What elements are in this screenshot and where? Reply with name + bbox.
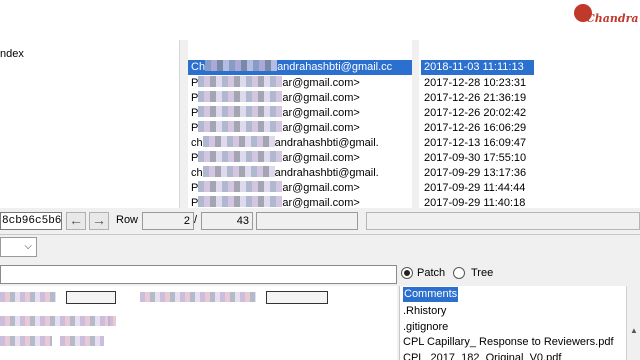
redacted-box — [66, 291, 116, 304]
author-suffix: ar@gmail.com> — [282, 197, 360, 208]
redacted-text — [108, 316, 116, 326]
author-prefix: P — [191, 197, 199, 208]
file-list-item[interactable]: CPL Capillary_ Response to Reviewers.pdf — [403, 335, 614, 350]
author-prefix: P — [191, 77, 199, 89]
file-list-item[interactable]: .Rhistory — [403, 304, 446, 319]
redacted-text — [198, 151, 283, 162]
commit-date-row[interactable]: 2017-12-26 21:36:19 — [421, 91, 526, 106]
author-suffix: ar@gmail.com> — [282, 107, 360, 119]
progress-bar — [366, 212, 640, 230]
row-extra-field — [256, 212, 358, 230]
commit-date-row[interactable]: 2017-12-26 16:06:29 — [421, 121, 526, 136]
tree-index-label: ndex — [0, 48, 24, 60]
author-suffix: ar@gmail.com> — [282, 92, 360, 104]
redacted-box — [266, 291, 328, 304]
sha-id-field[interactable]: 8cb96c5b6 — [0, 212, 62, 230]
tree-label[interactable]: Tree — [471, 267, 493, 279]
commit-author-row[interactable]: ch andrahashbti@gmail. — [188, 166, 379, 181]
divider — [0, 234, 640, 235]
row-current-value: 2 — [142, 212, 194, 230]
arrow-right-icon: → — [92, 212, 106, 228]
brand-logo: Chandra — [572, 2, 639, 30]
pane-splitter[interactable] — [181, 40, 188, 208]
author-suffix: andrahashbti@gmail.cc — [277, 61, 393, 73]
file-list-scrollbar[interactable]: ▲ — [626, 286, 640, 360]
redacted-text — [198, 91, 283, 102]
row-label: Row — [116, 214, 139, 226]
author-suffix: ar@gmail.com> — [282, 152, 360, 164]
commit-graph-pane[interactable]: ndex — [0, 40, 180, 208]
commit-author-row[interactable]: Par@gmail.com> — [188, 76, 360, 91]
file-list-item[interactable]: .gitignore — [403, 320, 448, 335]
redacted-text — [198, 196, 283, 207]
commit-author-row[interactable]: ch andrahashbti@gmail. — [188, 136, 379, 151]
redacted-text — [198, 121, 283, 132]
chevron-down-icon: ⌵ — [24, 241, 32, 252]
scroll-up-icon[interactable]: ▲ — [630, 326, 638, 335]
author-suffix: andrahashbti@gmail. — [274, 137, 379, 149]
commit-author-row[interactable]: Par@gmail.com> — [188, 91, 360, 106]
file-list-item[interactable]: CPL_2017_182_Original_V0.pdf — [403, 351, 561, 360]
author-pane[interactable]: Ch andrahashbti@gmail.cc Par@gmail.com> P… — [188, 40, 412, 208]
commit-author-row[interactable]: Par@gmail.com> — [188, 196, 360, 208]
commit-date-row[interactable]: 2017-09-29 13:17:36 — [421, 166, 526, 181]
redacted-text — [0, 316, 110, 326]
commit-author-row[interactable]: Par@gmail.com> — [188, 151, 360, 166]
commit-author-row[interactable]: Par@gmail.com> — [188, 181, 360, 196]
redacted-text — [0, 292, 56, 302]
commit-date-row[interactable]: 2017-09-30 17:55:10 — [421, 151, 526, 166]
diff-view[interactable] — [0, 286, 397, 360]
redacted-text — [60, 336, 104, 346]
redacted-text — [140, 292, 256, 302]
commit-date-row[interactable]: 2018-11-03 11:11:13 — [421, 60, 534, 75]
find-type-dropdown[interactable]: ⌵ — [0, 237, 37, 257]
author-suffix: ar@gmail.com> — [282, 122, 360, 134]
author-prefix: P — [191, 92, 199, 104]
top-strip: Chandra — [0, 0, 640, 40]
patch-radio[interactable] — [401, 267, 413, 279]
redacted-text — [198, 181, 283, 192]
redacted-text — [202, 136, 275, 147]
author-suffix: ar@gmail.com> — [282, 182, 360, 194]
redacted-text — [202, 166, 275, 177]
file-list-item[interactable]: Comments — [403, 287, 459, 302]
author-prefix: ch — [191, 137, 203, 149]
date-pane[interactable]: 2018-11-03 11:11:13 2017-12-28 10:23:31 … — [419, 40, 640, 208]
row-separator: / — [194, 214, 198, 226]
row-total-value: 43 — [201, 212, 253, 230]
redacted-text — [198, 106, 283, 117]
commit-date-row[interactable]: 2017-12-28 10:23:31 — [421, 76, 526, 91]
commit-date-row[interactable]: 2017-09-29 11:44:44 — [421, 181, 525, 196]
author-suffix: andrahashbti@gmail. — [274, 167, 379, 179]
author-prefix: ch — [191, 167, 203, 179]
file-list[interactable]: Comments .Rhistory .gitignore CPL Capill… — [399, 286, 640, 360]
commit-date-row[interactable]: 2017-09-29 11:40:18 — [421, 196, 525, 208]
author-prefix: P — [191, 152, 199, 164]
logo-text: Chandra — [586, 12, 639, 25]
redacted-text — [0, 336, 52, 346]
commit-author-row[interactable]: Par@gmail.com> — [188, 121, 360, 136]
patch-label[interactable]: Patch — [417, 267, 445, 279]
author-prefix: P — [191, 122, 199, 134]
commit-toolbar: 8cb96c5b6 ← → Row 2 / 43 — [0, 208, 640, 234]
search-input[interactable] — [0, 265, 397, 284]
tree-radio[interactable] — [453, 267, 465, 279]
commit-author-row[interactable]: Par@gmail.com> — [188, 106, 360, 121]
back-button[interactable]: ← — [66, 212, 86, 230]
redacted-text — [205, 60, 278, 71]
commit-date-row[interactable]: 2017-12-26 20:02:42 — [421, 106, 526, 121]
redacted-text — [198, 76, 283, 87]
pane-splitter[interactable] — [412, 40, 419, 208]
commit-author-row[interactable]: Ch andrahashbti@gmail.cc — [188, 60, 412, 75]
author-prefix: P — [191, 107, 199, 119]
commit-date-row[interactable]: 2017-12-13 16:09:47 — [421, 136, 526, 151]
author-prefix: P — [191, 182, 199, 194]
arrow-left-icon: ← — [69, 212, 83, 228]
author-prefix: Ch — [191, 61, 206, 73]
author-suffix: ar@gmail.com> — [282, 77, 360, 89]
forward-button[interactable]: → — [89, 212, 109, 230]
